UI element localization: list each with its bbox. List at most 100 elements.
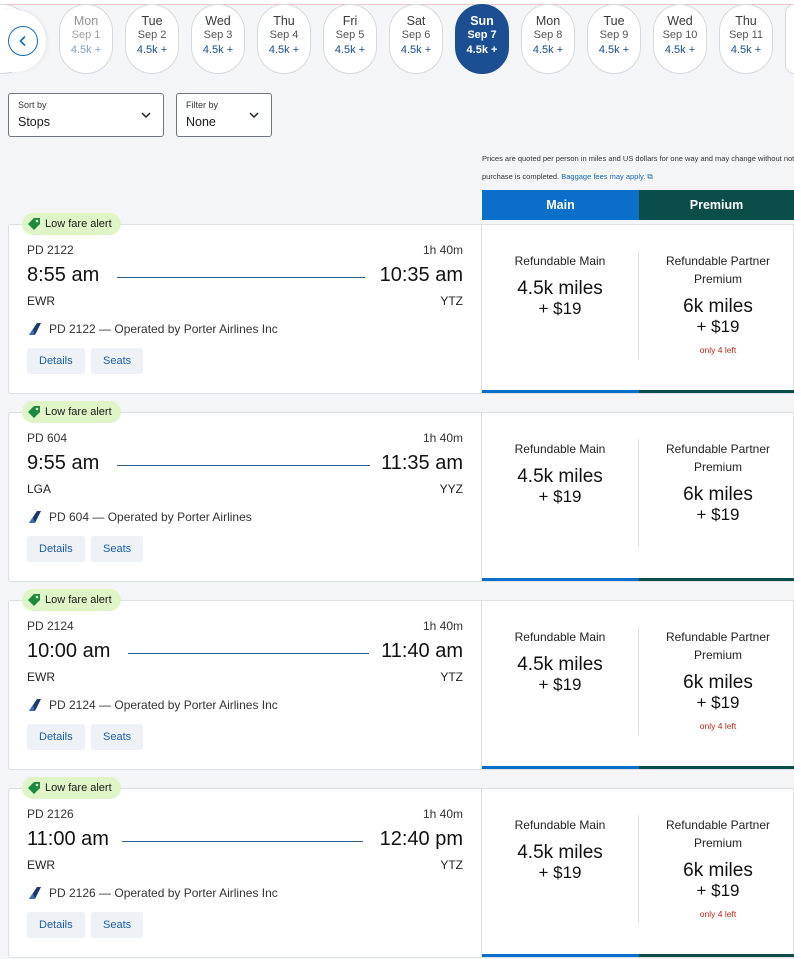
fare-name: Refundable Partner Premium <box>640 252 794 288</box>
date-month-day: Sep 3 <box>203 29 233 41</box>
fare-name-line-2: Premium <box>693 460 742 474</box>
airline-logo-icon <box>29 699 41 711</box>
seats-left: only 4 left <box>699 909 737 919</box>
fare-usd: + $19 <box>538 487 582 506</box>
flight-duration: 1h 40m <box>422 807 463 821</box>
fare-usd: + $19 <box>538 675 582 694</box>
fare-name: Refundable Main <box>514 254 606 268</box>
origin-airport: EWR <box>27 294 55 308</box>
operator-info: PD 604 — Operated by Porter Airlines <box>27 510 252 524</box>
fare-miles: 6k miles <box>683 484 753 505</box>
fare-main-option[interactable]: Refundable Main 4.5k miles + $19 <box>482 225 638 393</box>
destination-airport: YYZ <box>439 482 463 496</box>
low-fare-badge: Low fare alert <box>22 589 121 611</box>
fare-options: Refundable Main 4.5k miles + $19 Refunda… <box>482 788 794 958</box>
date-month-day: Sep 1 <box>71 29 101 41</box>
fare-miles: 6k miles <box>683 296 753 317</box>
sort-value: Stops <box>18 115 50 129</box>
fare-main-option[interactable]: Refundable Main 4.5k miles + $19 <box>482 413 638 581</box>
date-pill-sep-4[interactable]: Thu Sep 4 4.5k + <box>257 4 311 74</box>
fare-premium-option[interactable]: Refundable Partner Premium 6k miles + $19… <box>640 225 794 393</box>
chevron-down-icon <box>249 112 259 119</box>
seats-left: only 4 left <box>699 345 737 355</box>
fare-name: Refundable Partner Premium <box>640 816 794 852</box>
fare-main-option[interactable]: Refundable Main 4.5k miles + $19 <box>482 601 638 769</box>
flight-duration: 1h 40m <box>422 243 463 257</box>
date-month-day: Sep 6 <box>401 29 431 41</box>
date-pill-sep-8[interactable]: Mon Sep 8 4.5k + <box>521 4 575 74</box>
details-button[interactable]: Details <box>27 348 85 374</box>
fare-premium-option[interactable]: Refundable Partner Premium 6k miles + $19 <box>640 413 794 581</box>
details-button[interactable]: Details <box>27 912 85 938</box>
flight-card: PD 2124 1h 40m 10:00 am 11:40 am EWR YTZ… <box>8 600 482 770</box>
premium-accent-bar <box>639 578 794 581</box>
route-line <box>117 465 370 466</box>
date-pill-sep-5[interactable]: Fri Sep 5 4.5k + <box>323 4 377 74</box>
date-day: Tue <box>141 14 163 28</box>
date-price: 4.5k + <box>268 44 300 56</box>
departure-time: 11:00 am <box>27 828 109 850</box>
date-month-day: Sep 10 <box>662 29 698 41</box>
date-day: Wed <box>667 14 693 28</box>
departure-time: 8:55 am <box>27 264 100 286</box>
fare-divider <box>638 815 639 923</box>
fare-name: Refundable Partner Premium <box>640 440 794 476</box>
date-pill-next-partial[interactable] <box>785 4 794 74</box>
route-line <box>122 841 363 842</box>
previous-dates-button[interactable] <box>0 10 46 72</box>
fare-premium-option[interactable]: Refundable Partner Premium 6k miles + $19… <box>640 601 794 769</box>
flight-duration: 1h 40m <box>422 431 463 445</box>
main-accent-bar <box>482 766 639 769</box>
badge-label: Low fare alert <box>45 594 112 606</box>
seats-button[interactable]: Seats <box>91 348 144 374</box>
date-pill-sep-3[interactable]: Wed Sep 3 4.5k + <box>191 4 245 74</box>
airline-logo-icon <box>29 511 41 523</box>
date-pill-sep-9[interactable]: Tue Sep 9 4.5k + <box>587 4 641 74</box>
date-price: 4.5k + <box>202 44 234 56</box>
date-pill-sep-10[interactable]: Wed Sep 10 4.5k + <box>653 4 707 74</box>
date-pill-sep-1[interactable]: Mon Sep 1 4.5k + <box>59 4 113 74</box>
fare-name-line-1: Refundable Partner <box>665 818 771 832</box>
date-month-day: Sep 8 <box>533 29 563 41</box>
seats-button[interactable]: Seats <box>91 912 144 938</box>
flight-number: PD 2124 <box>27 619 74 633</box>
sort-label: Sort by <box>18 100 47 110</box>
origin-airport: EWR <box>27 670 55 684</box>
date-month-day: Sep 9 <box>599 29 629 41</box>
date-pill-sep-11[interactable]: Thu Sep 11 4.5k + <box>719 4 773 74</box>
date-price: 4.5k + <box>400 44 432 56</box>
fare-main-option[interactable]: Refundable Main 4.5k miles + $19 <box>482 789 638 957</box>
fare-name-line-1: Refundable Partner <box>665 442 771 456</box>
seats-button[interactable]: Seats <box>91 536 144 562</box>
tag-icon <box>28 782 40 794</box>
date-day: Wed <box>205 14 231 28</box>
date-pill-sep-7-selected[interactable]: Sun Sep 7 4.5k + <box>455 4 509 74</box>
flight-number: PD 2126 <box>27 807 74 821</box>
fare-miles: 4.5k miles <box>517 466 603 487</box>
date-pill-sep-2[interactable]: Tue Sep 2 4.5k + <box>125 4 179 74</box>
low-fare-badge: Low fare alert <box>22 401 121 423</box>
fare-premium-option[interactable]: Refundable Partner Premium 6k miles + $19… <box>640 789 794 957</box>
date-price: 4.5k + <box>598 44 630 56</box>
date-month-day: Sep 4 <box>269 29 299 41</box>
date-pill-sep-6[interactable]: Sat Sep 6 4.5k + <box>389 4 443 74</box>
flight-number: PD 2122 <box>27 243 74 257</box>
seats-button[interactable]: Seats <box>91 724 144 750</box>
filter-dropdown[interactable]: Filter by None <box>176 93 272 137</box>
departure-time: 10:00 am <box>27 640 111 662</box>
badge-label: Low fare alert <box>45 406 112 418</box>
date-day: Fri <box>342 14 358 28</box>
date-price: 4.5k + <box>730 44 762 56</box>
sort-dropdown[interactable]: Sort by Stops <box>8 93 164 137</box>
operator-info: PD 2126 — Operated by Porter Airlines In… <box>27 886 278 900</box>
baggage-fees-link[interactable]: Baggage fees may apply. <box>561 172 645 181</box>
airline-logo-icon <box>29 887 41 899</box>
departure-time: 9:55 am <box>27 452 100 474</box>
cabin-tab-premium[interactable]: Premium <box>639 190 794 220</box>
premium-accent-bar <box>639 766 794 769</box>
details-button[interactable]: Details <box>27 724 85 750</box>
operator-text: PD 2122 — Operated by Porter Airlines In… <box>49 322 278 336</box>
details-button[interactable]: Details <box>27 536 85 562</box>
cabin-tab-main[interactable]: Main <box>482 190 639 220</box>
airline-logo-icon <box>29 323 41 335</box>
